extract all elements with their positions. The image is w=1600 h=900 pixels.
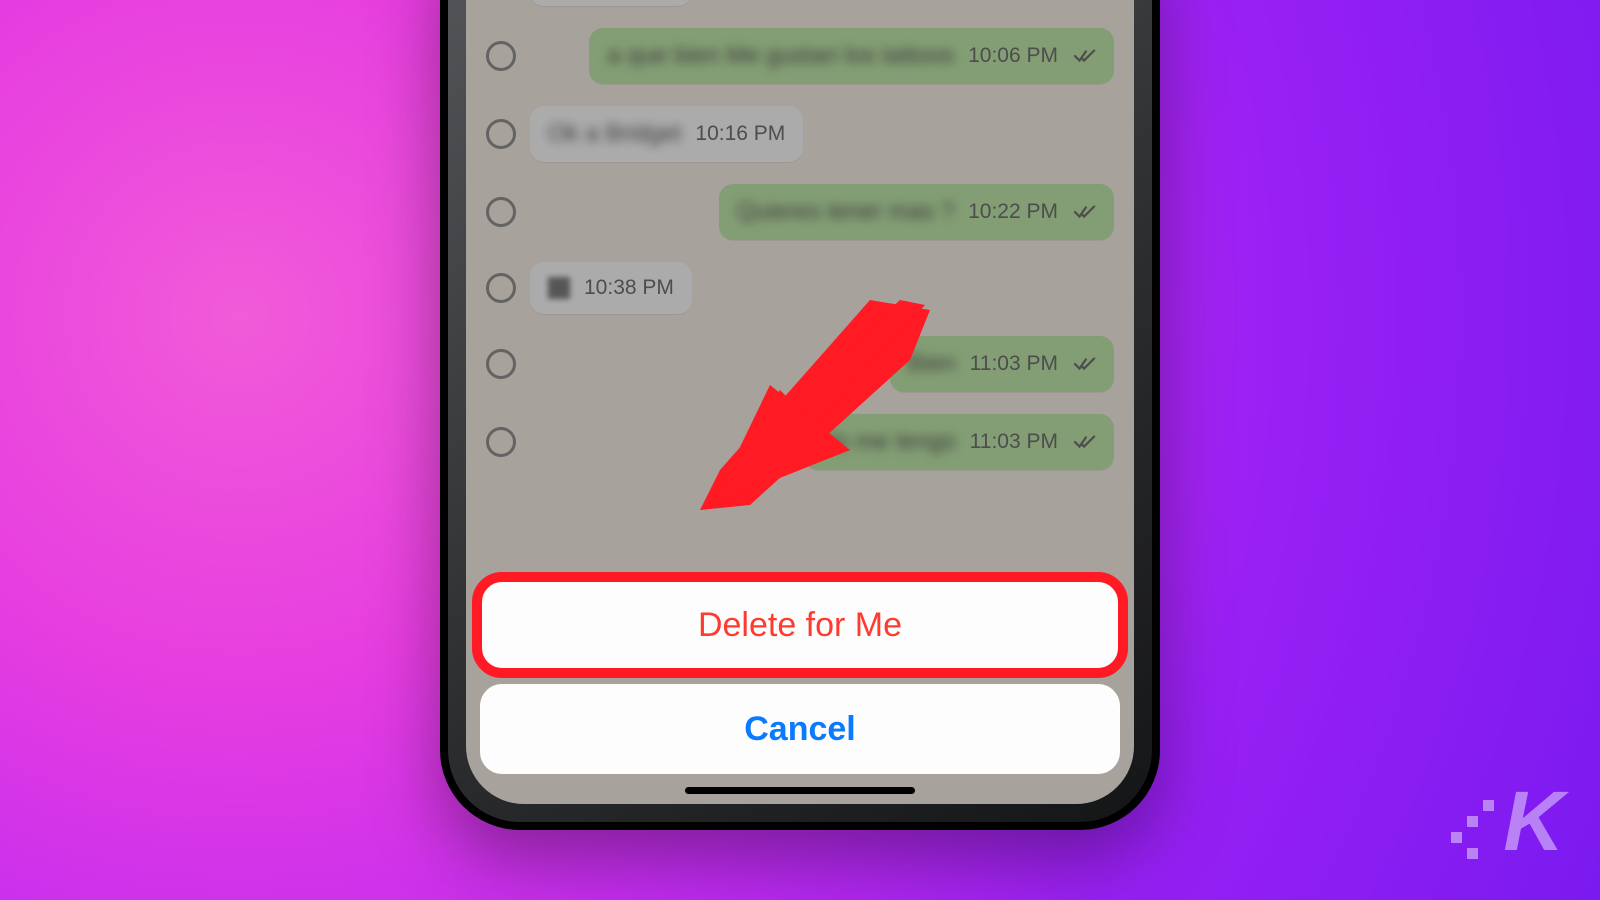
message-text: Bien [908, 350, 956, 378]
message-bubble-incoming[interactable]: Ok a Bridget 10:16 PM [530, 106, 803, 162]
message-text: Ok a Bridget [548, 120, 681, 148]
home-indicator[interactable] [685, 787, 915, 794]
message-timestamp: 10:38 PM [584, 276, 674, 300]
selection-circle-icon[interactable] [486, 427, 516, 457]
message-text: Quieres tener mas ? [737, 198, 954, 226]
message-timestamp: 10:22 PM [968, 200, 1058, 224]
message-row: Quieres tener mas ? 10:22 PM [486, 184, 1114, 240]
phone-screen: 10:01 PM a que bien Me gustan los tattoo… [466, 0, 1134, 804]
message-text: Yo me tengo [822, 428, 956, 456]
selection-circle-icon[interactable] [486, 41, 516, 71]
read-receipt-icon [1074, 204, 1096, 220]
watermark-dots-icon [1451, 800, 1493, 870]
message-timestamp: 10:06 PM [968, 44, 1058, 68]
message-row: a que bien Me gustan los tattoos 10:06 P… [486, 28, 1114, 84]
action-sheet: Delete for Me Cancel [480, 580, 1120, 774]
message-bubble-outgoing[interactable]: Yo me tengo 11:03 PM [804, 414, 1114, 470]
message-bubble-incoming[interactable]: 10:38 PM [530, 262, 692, 314]
phone-frame: 10:01 PM a que bien Me gustan los tattoo… [440, 0, 1160, 830]
message-bubble-incoming[interactable]: 10:01 PM [530, 0, 692, 6]
read-receipt-icon [1074, 356, 1096, 372]
message-bubble-outgoing[interactable]: a que bien Me gustan los tattoos 10:06 P… [589, 28, 1114, 84]
cancel-button[interactable]: Cancel [480, 684, 1120, 774]
selection-circle-icon[interactable] [486, 119, 516, 149]
read-receipt-icon [1074, 434, 1096, 450]
message-row: Bien 11:03 PM [486, 336, 1114, 392]
message-bubble-outgoing[interactable]: Quieres tener mas ? 10:22 PM [719, 184, 1114, 240]
read-receipt-icon [1074, 48, 1096, 64]
watermark-logo: K [1451, 773, 1560, 870]
message-timestamp: 11:03 PM [970, 430, 1058, 454]
message-row: 10:01 PM [486, 0, 1114, 6]
watermark-letter: K [1503, 773, 1560, 870]
message-row: 10:38 PM [486, 262, 1114, 314]
message-row: Yo me tengo 11:03 PM [486, 414, 1114, 470]
action-sheet-group: Delete for Me [480, 580, 1120, 670]
attachment-icon [548, 277, 570, 299]
delete-for-me-button[interactable]: Delete for Me [480, 580, 1120, 670]
selection-circle-icon[interactable] [486, 197, 516, 227]
message-text: a que bien Me gustan los tattoos [607, 42, 954, 70]
message-row: Ok a Bridget 10:16 PM [486, 106, 1114, 162]
message-timestamp: 11:03 PM [970, 352, 1058, 376]
selection-circle-icon[interactable] [486, 273, 516, 303]
message-timestamp: 10:16 PM [695, 122, 785, 146]
message-bubble-outgoing[interactable]: Bien 11:03 PM [890, 336, 1114, 392]
selection-circle-icon[interactable] [486, 349, 516, 379]
